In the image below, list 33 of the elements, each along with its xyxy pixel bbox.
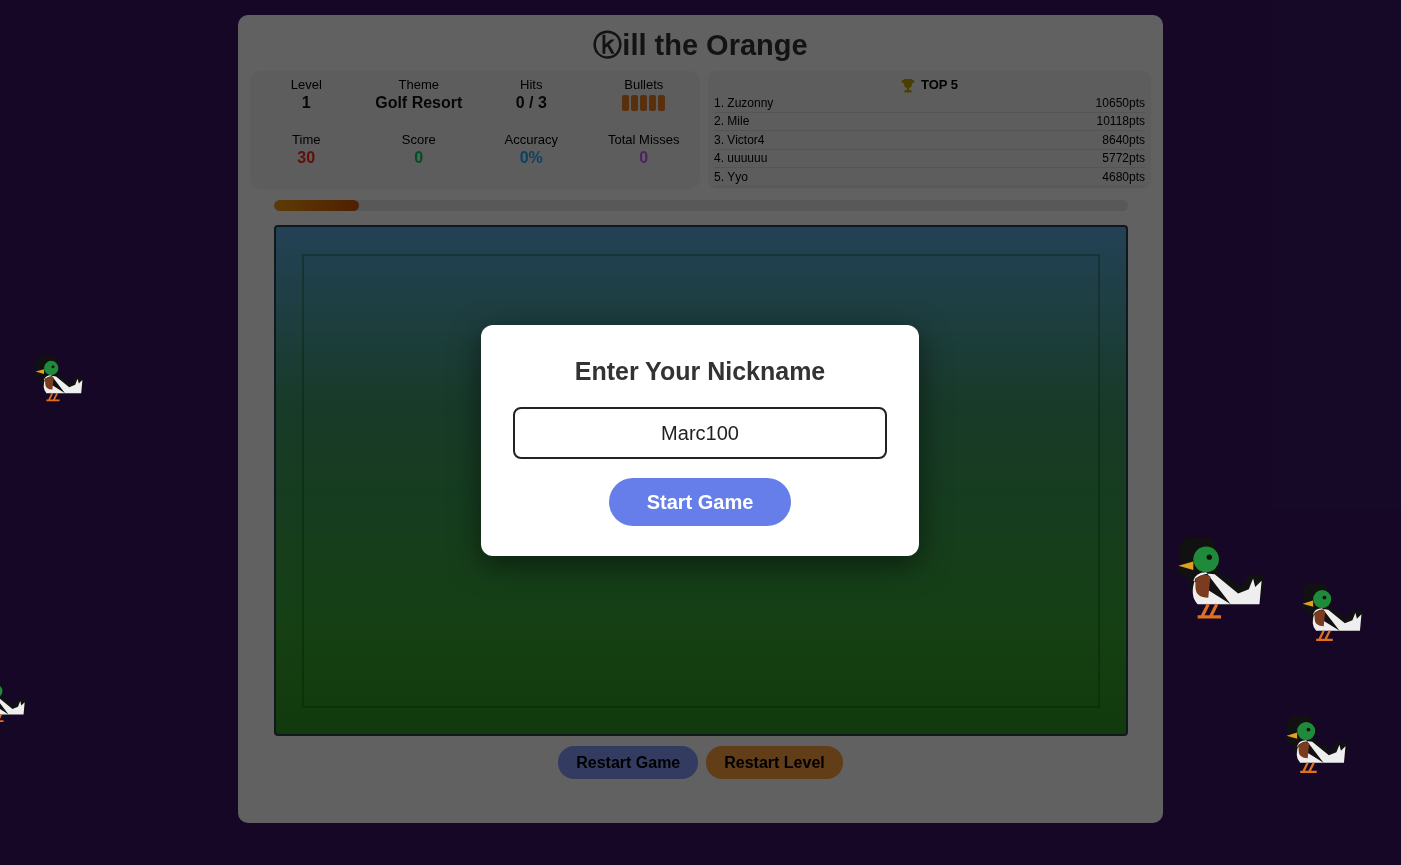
leaderboard-title: TOP 5 — [920, 76, 959, 94]
stat-label: Score — [401, 132, 436, 148]
player-name: 5. Yyo — [714, 169, 748, 184]
player-name: 3. Victor4 — [714, 132, 765, 147]
stat-value: 0% — [519, 148, 543, 168]
stat-value: Golf Resort — [375, 93, 463, 113]
stat-label: Time — [292, 132, 321, 148]
start-game-button[interactable]: Start Game — [609, 478, 791, 526]
game-title: ⓚill the Orange — [593, 28, 808, 63]
stat-label: Hits — [520, 77, 543, 93]
player-score: 5772pts — [1102, 151, 1145, 166]
player-score: 10118pts — [1096, 114, 1145, 129]
nickname-input[interactable]: Marc100 — [513, 407, 887, 459]
player-name: 2. Mile — [714, 114, 750, 129]
stat-value: 0 — [414, 148, 424, 168]
stat-label: Accuracy — [504, 132, 558, 148]
stat-value: 0 / 3 — [515, 93, 547, 113]
player-name: 4. uuuuuu — [714, 151, 768, 166]
restart-button[interactable]: Restart Game — [558, 746, 699, 779]
stat-label: Total Misses — [608, 132, 680, 148]
player-score: 10650pts — [1095, 95, 1145, 110]
stat-value: 30 — [297, 148, 316, 168]
dialog-title: Enter Your Nickname — [574, 356, 826, 387]
stat-label: Bullets — [624, 77, 664, 93]
player-score: 4680pts — [1102, 169, 1145, 184]
player-score: 8640pts — [1102, 132, 1145, 147]
stat-label: Theme — [398, 77, 439, 93]
player-name: 1. Zuzonny — [714, 95, 774, 110]
stat-label: Level — [290, 77, 322, 93]
restart-button[interactable]: Restart Level — [706, 746, 843, 779]
stat-value: 0 — [639, 148, 649, 168]
stat-value: 1 — [301, 93, 311, 113]
trophy-icon — [900, 77, 915, 93]
